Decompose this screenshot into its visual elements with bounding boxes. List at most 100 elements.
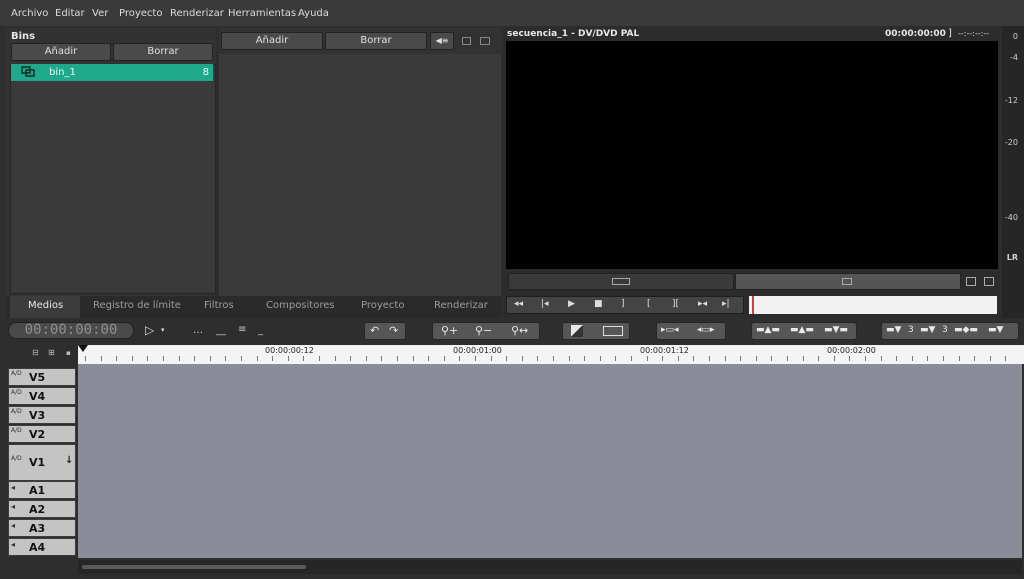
insert-3-icon[interactable]: ▬▼: [886, 325, 901, 335]
track-header-a2[interactable]: ◂ A2: [8, 500, 76, 518]
menu-ayuda[interactable]: Ayuda: [298, 8, 329, 19]
link-icon[interactable]: ≡: [238, 324, 246, 335]
trim-end-icon[interactable]: ◂▭▸: [697, 325, 715, 335]
prev-edit-icon[interactable]: ▸◂: [698, 299, 707, 309]
tracks-canvas[interactable]: [78, 364, 1022, 558]
track-header-a4[interactable]: ◂ A4: [8, 538, 76, 556]
track-menu-icon[interactable]: ▪: [66, 349, 71, 357]
redo-icon[interactable]: ↷: [389, 324, 398, 337]
mark-in-icon[interactable]: [: [647, 299, 651, 309]
media-panel: Añadir Borrar ◀≡: [219, 28, 501, 296]
media-import-icon[interactable]: ◀≡: [430, 32, 454, 50]
timeline-timecode[interactable]: 00:00:00:00: [8, 322, 134, 339]
next-edit-icon[interactable]: ▸|: [722, 299, 730, 309]
frame-back-icon[interactable]: |◂: [541, 299, 549, 309]
track-v3-label: V3: [29, 409, 46, 422]
media-add-button[interactable]: Añadir: [221, 32, 323, 50]
ruler-tick: [288, 356, 289, 361]
media-list: [219, 54, 501, 296]
track-v1-av-icon[interactable]: A/D: [11, 455, 22, 462]
media-delete-button[interactable]: Borrar: [325, 32, 427, 50]
menu-proyecto[interactable]: Proyecto: [119, 8, 162, 19]
tab-renderizar[interactable]: Renderizar: [434, 300, 488, 311]
tab-compositores[interactable]: Compositores: [266, 300, 335, 311]
zoom-fit-icon[interactable]: ⚲↔: [511, 324, 528, 337]
arrow-tool-icon[interactable]: ▷: [145, 323, 154, 337]
track-header-v4[interactable]: A/D V4: [8, 387, 76, 405]
ripple-icon[interactable]: __: [216, 325, 226, 336]
menu-bar: Archivo Editar Ver Proyecto Renderizar H…: [0, 0, 1024, 26]
icon-view-icon[interactable]: [480, 37, 490, 45]
razor-icon[interactable]: [571, 325, 583, 337]
track-a4-speaker-icon[interactable]: ◂: [11, 540, 15, 549]
track-header-v3[interactable]: A/D V3: [8, 406, 76, 424]
track-a1-speaker-icon[interactable]: ◂: [11, 483, 15, 492]
zoom-out-icon[interactable]: ⚲−: [475, 324, 492, 337]
ruler-tick: [725, 356, 726, 361]
tab-filtros[interactable]: Filtros: [204, 300, 234, 311]
tab-registro-de-limite[interactable]: Registro de límite: [93, 300, 181, 311]
ruler-playhead-icon[interactable]: [78, 345, 88, 352]
track-a3-speaker-icon[interactable]: ◂: [11, 521, 15, 530]
ruler-tick: [584, 356, 585, 361]
viewer-playhead[interactable]: [752, 296, 754, 314]
tool-dropdown-icon[interactable]: ▾: [161, 326, 165, 334]
menu-ver[interactable]: Ver: [92, 8, 108, 19]
timeline-ruler[interactable]: [78, 345, 1024, 364]
mark-clip-icon[interactable]: ][: [672, 299, 679, 309]
track-v2-av-icon[interactable]: A/D: [11, 427, 22, 434]
stop-icon[interactable]: ■: [594, 299, 603, 309]
lift-icon[interactable]: ▬▲▬: [756, 325, 780, 335]
frame-forward-icon[interactable]: ]: [621, 299, 625, 309]
ruler-tick: [787, 356, 788, 361]
track-header-v1[interactable]: A/D V1 ↓: [8, 444, 76, 481]
undo-icon[interactable]: ↶: [370, 324, 379, 337]
tab-medios[interactable]: Medios: [28, 300, 63, 311]
track-v3-av-icon[interactable]: A/D: [11, 408, 22, 415]
overwrite-icon[interactable]: ▬▼▬: [824, 325, 848, 335]
overwrite-3-icon[interactable]: ▬▼: [920, 325, 935, 335]
fullscreen-icon[interactable]: [984, 277, 994, 286]
video-screen[interactable]: [506, 41, 998, 269]
bins-add-button[interactable]: Añadir: [11, 43, 111, 61]
snap-icon[interactable]: …: [193, 325, 203, 336]
bins-delete-button[interactable]: Borrar: [113, 43, 213, 61]
replace-icon[interactable]: ▬◆▬: [954, 325, 978, 335]
track-height-icon[interactable]: ⊟: [32, 348, 39, 357]
track-a2-speaker-icon[interactable]: ◂: [11, 502, 15, 511]
selection-icon[interactable]: [603, 326, 623, 336]
safe-area-icon[interactable]: [966, 277, 976, 286]
tab-proyecto[interactable]: Proyecto: [361, 300, 404, 311]
viewer-scrubber[interactable]: [749, 296, 997, 314]
rewind-icon[interactable]: ◂◂: [514, 299, 523, 309]
track-header-a3[interactable]: ◂ A3: [8, 519, 76, 537]
ruler-tick: [194, 356, 195, 361]
zoom-in-icon[interactable]: ⚲+: [441, 324, 458, 337]
menu-renderizar[interactable]: Renderizar: [170, 8, 224, 19]
append-icon[interactable]: ▬▼: [988, 325, 1003, 335]
insert-3-label: 3: [908, 325, 914, 335]
ruler-tick: [444, 356, 445, 361]
meter-label-12: -12: [1004, 96, 1018, 105]
bin-item-bin-1[interactable]: bin_1 8: [11, 64, 213, 81]
timeline-scrollbar-thumb[interactable]: [82, 565, 306, 569]
track-v1-target-icon[interactable]: ↓: [65, 455, 73, 466]
track-header-a1[interactable]: ◂ A1: [8, 481, 76, 499]
ruler-tick: [381, 356, 382, 361]
track-header-v5[interactable]: A/D V5: [8, 368, 76, 386]
ruler-tick: [350, 356, 351, 361]
list-view-icon[interactable]: [462, 37, 471, 45]
play-icon[interactable]: ▶: [568, 299, 575, 309]
track-v5-av-icon[interactable]: A/D: [11, 370, 22, 377]
razor-group: [562, 322, 630, 340]
trim-start-icon[interactable]: ▸▭◂: [661, 325, 679, 335]
menu-editar[interactable]: Editar: [55, 8, 85, 19]
track-v4-av-icon[interactable]: A/D: [11, 389, 22, 396]
ruler-tick: [849, 356, 850, 361]
track-lock-icon[interactable]: ⊞: [48, 348, 55, 357]
gap-icon[interactable]: _: [258, 325, 263, 336]
menu-herramientas[interactable]: Herramientas: [228, 8, 296, 19]
extract-icon[interactable]: ▬▲▬: [790, 325, 814, 335]
track-header-v2[interactable]: A/D V2: [8, 425, 76, 443]
menu-archivo[interactable]: Archivo: [11, 8, 48, 19]
